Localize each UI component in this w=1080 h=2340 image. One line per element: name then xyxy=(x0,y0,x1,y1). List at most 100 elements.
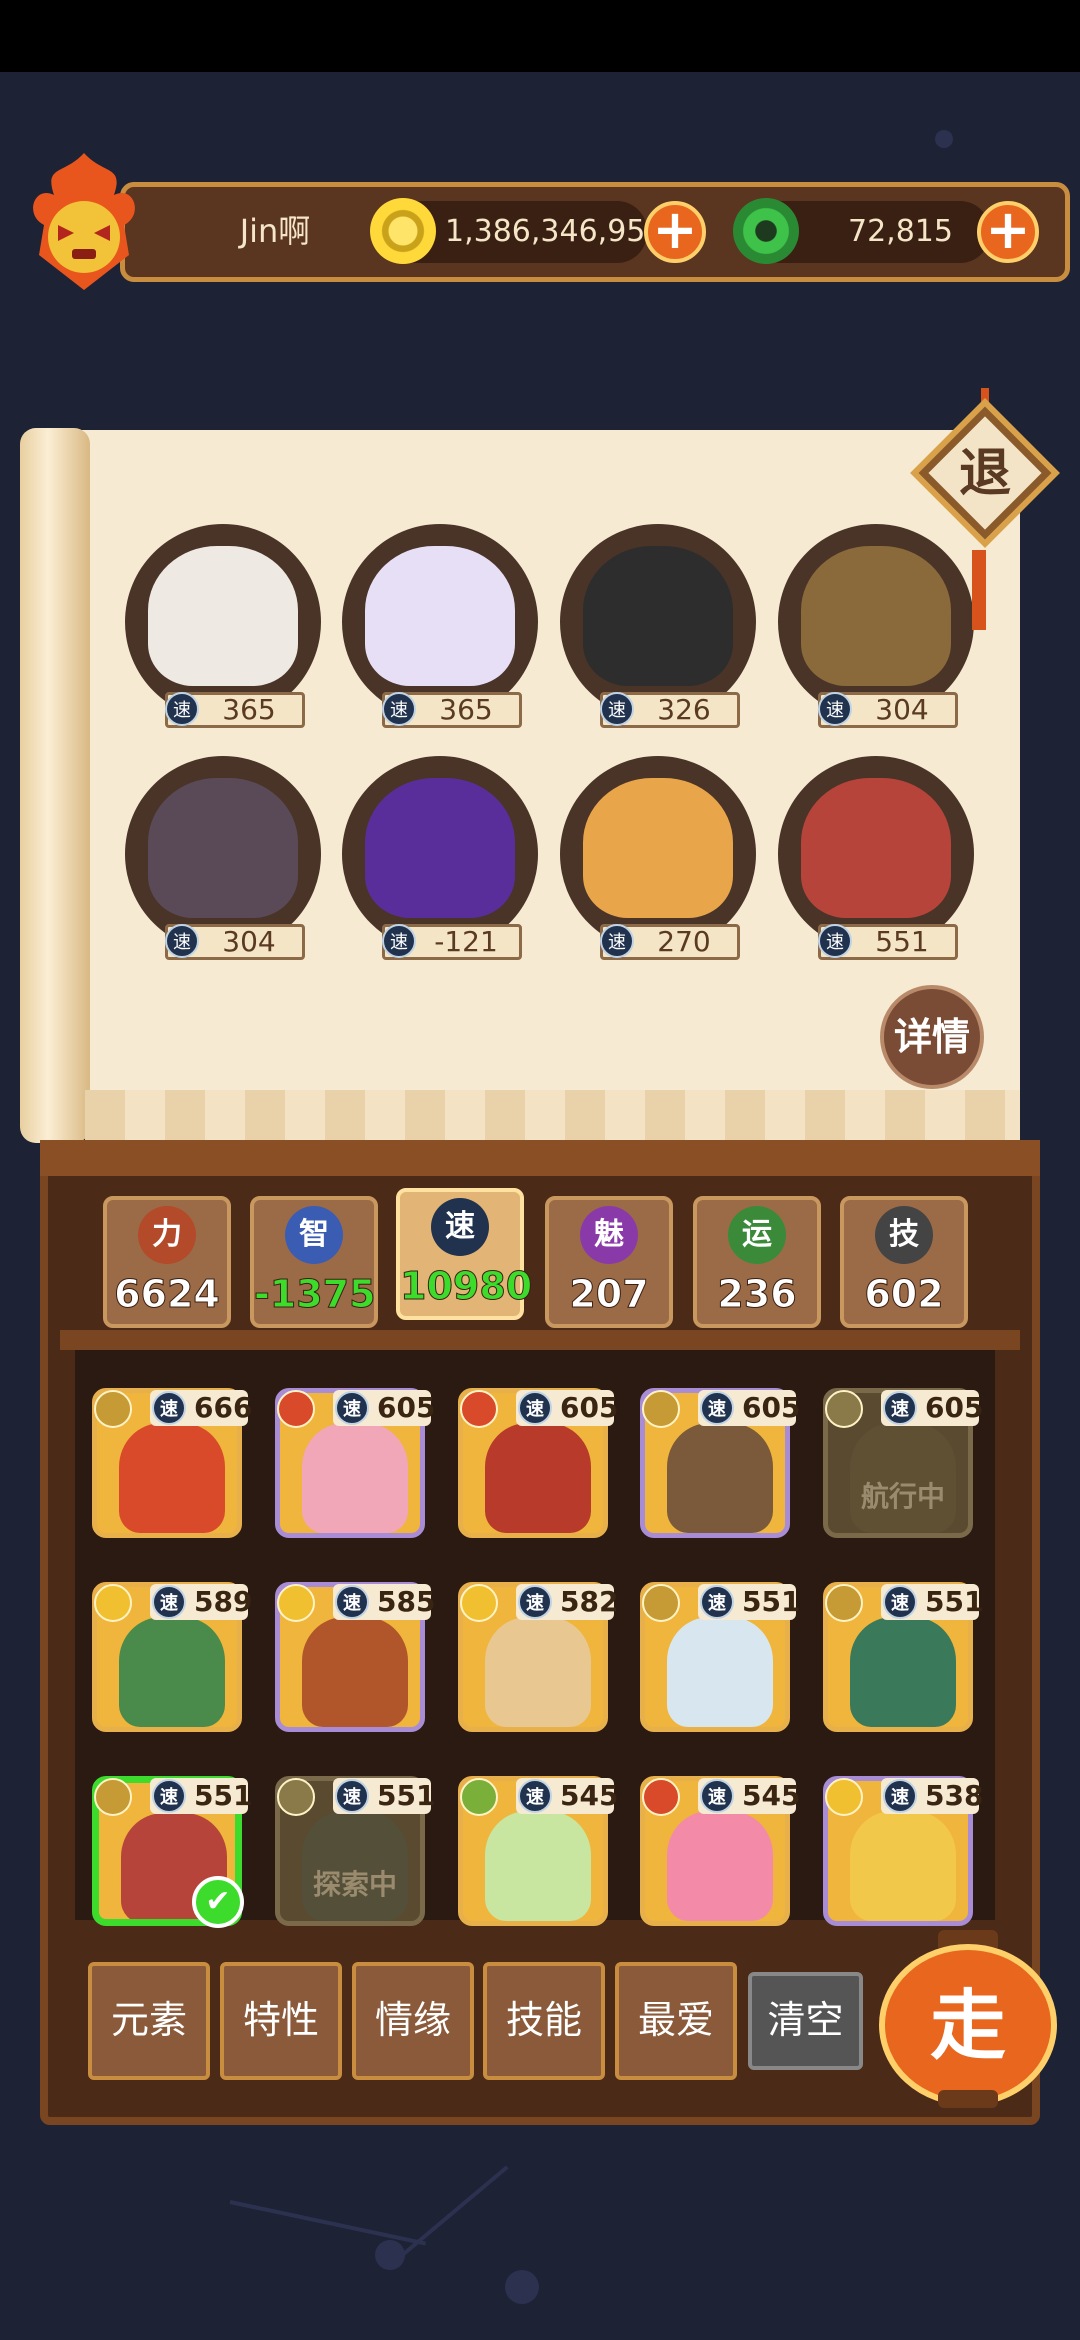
attribute-tab[interactable]: 速 10980 xyxy=(396,1188,533,1320)
speed-value: 551 xyxy=(875,925,929,958)
attribute-tab[interactable]: 魅 207 xyxy=(545,1196,673,1328)
hero-speed: 545 xyxy=(742,1779,801,1812)
speed-value: 270 xyxy=(657,925,711,958)
attribute-tab[interactable]: 运 236 xyxy=(693,1196,821,1328)
retreat-tassel xyxy=(972,550,986,630)
player-name: Jin啊 xyxy=(239,212,311,250)
scroll-roll xyxy=(20,428,90,1143)
hero-speed: 585 xyxy=(377,1585,436,1618)
hero-speed-tag: 速 545 xyxy=(516,1778,618,1814)
filter-button[interactable]: 清空 xyxy=(748,1972,863,2070)
team-slot[interactable]: 326 速 xyxy=(560,524,756,744)
element-icon xyxy=(825,1778,863,1816)
hero-speed-tag: 速 551 xyxy=(698,1584,800,1620)
unit-portrait xyxy=(365,546,515,686)
filter-button[interactable]: 元素 xyxy=(88,1962,210,2080)
scroll-pattern xyxy=(85,1090,1020,1140)
speed-icon: 速 xyxy=(700,1585,734,1619)
element-icon xyxy=(460,1778,498,1816)
hero-speed-tag: 速 551 xyxy=(150,1778,252,1814)
element-icon xyxy=(277,1584,315,1622)
hero-portrait xyxy=(302,1423,408,1533)
gold-coin-icon xyxy=(370,198,436,264)
speed-icon: 速 xyxy=(518,1779,552,1813)
retreat-label: 退 xyxy=(959,444,1011,504)
team-slot[interactable]: 270 速 xyxy=(560,756,756,976)
hero-speed: 551 xyxy=(377,1779,436,1812)
speed-icon: 速 xyxy=(152,1779,186,1813)
speed-icon: 速 xyxy=(600,924,634,958)
bg-star xyxy=(505,2270,539,2304)
speed-icon: 速 xyxy=(335,1391,369,1425)
filter-button[interactable]: 技能 xyxy=(483,1962,605,2080)
gold-amount: 1,386,346,954 xyxy=(445,214,665,249)
hero-speed: 538 xyxy=(925,1779,984,1812)
filter-button[interactable]: 最爱 xyxy=(615,1962,737,2080)
attribute-value: 6624 xyxy=(114,1272,221,1317)
speed-value: 304 xyxy=(222,925,276,958)
filter-button[interactable]: 情缘 xyxy=(352,1962,474,2080)
add-gold-button[interactable]: + xyxy=(644,201,706,263)
attribute-value: 207 xyxy=(569,1272,649,1317)
add-jade-button[interactable]: + xyxy=(977,201,1039,263)
unit-portrait xyxy=(801,778,951,918)
hero-portrait xyxy=(667,1811,773,1921)
element-icon xyxy=(94,1390,132,1428)
element-icon xyxy=(642,1390,680,1428)
attribute-icon: 力 xyxy=(138,1206,196,1264)
hero-portrait xyxy=(485,1423,591,1533)
attribute-icon: 运 xyxy=(728,1206,786,1264)
team-slot[interactable]: -121 速 xyxy=(342,756,538,976)
hero-speed: 589 xyxy=(194,1585,253,1618)
unit-portrait xyxy=(583,778,733,918)
element-icon xyxy=(825,1584,863,1622)
hero-speed: 605 xyxy=(560,1391,619,1424)
hero-status: 探索中 xyxy=(312,1868,397,1901)
element-icon xyxy=(94,1778,132,1816)
attribute-tab[interactable]: 技 602 xyxy=(840,1196,968,1328)
hero-speed: 551 xyxy=(194,1779,253,1812)
status-bar xyxy=(0,0,1080,72)
speed-icon: 速 xyxy=(600,692,634,726)
hero-speed: 605 xyxy=(925,1391,984,1424)
hero-portrait xyxy=(850,1811,956,1921)
speed-icon: 速 xyxy=(518,1585,552,1619)
element-icon xyxy=(825,1390,863,1428)
detail-button[interactable]: 详情 xyxy=(880,985,984,1089)
attribute-value: 602 xyxy=(864,1272,944,1317)
attribute-tab[interactable]: 力 6624 xyxy=(103,1196,231,1328)
hero-speed-tag: 速 551 xyxy=(881,1584,983,1620)
team-slot[interactable]: 365 速 xyxy=(342,524,538,744)
bg-star xyxy=(935,130,953,148)
hero-speed-tag: 速 605 xyxy=(881,1390,983,1426)
speed-icon: 速 xyxy=(700,1779,734,1813)
speed-value: 365 xyxy=(439,693,493,726)
element-icon xyxy=(460,1584,498,1622)
hero-portrait xyxy=(667,1423,773,1533)
speed-icon: 速 xyxy=(335,1585,369,1619)
team-slot[interactable]: 551 速 xyxy=(778,756,974,976)
go-button[interactable]: 走 xyxy=(878,1930,1058,2110)
bg-line xyxy=(398,2165,509,2259)
jade-ring-icon xyxy=(733,198,799,264)
player-avatar[interactable] xyxy=(14,145,154,295)
speed-value: -121 xyxy=(434,925,498,958)
filter-button[interactable]: 特性 xyxy=(220,1962,342,2080)
panel-divider xyxy=(60,1330,1020,1350)
team-slot[interactable]: 304 速 xyxy=(125,756,321,976)
unit-portrait xyxy=(801,546,951,686)
speed-icon: 速 xyxy=(883,1779,917,1813)
speed-value: 365 xyxy=(222,693,276,726)
element-icon xyxy=(94,1584,132,1622)
retreat-button[interactable]: 退 xyxy=(900,388,1070,558)
attribute-icon: 速 xyxy=(431,1198,489,1256)
hero-speed-tag: 速 589 xyxy=(150,1584,252,1620)
hero-speed: 605 xyxy=(377,1391,436,1424)
team-slot[interactable]: 365 速 xyxy=(125,524,321,744)
hero-portrait xyxy=(119,1617,225,1727)
element-icon xyxy=(277,1390,315,1428)
attribute-icon: 技 xyxy=(875,1206,933,1264)
hero-speed: 605 xyxy=(742,1391,801,1424)
panel-top-rail xyxy=(40,1140,1040,1176)
attribute-tab[interactable]: 智 -1375 xyxy=(250,1196,378,1328)
